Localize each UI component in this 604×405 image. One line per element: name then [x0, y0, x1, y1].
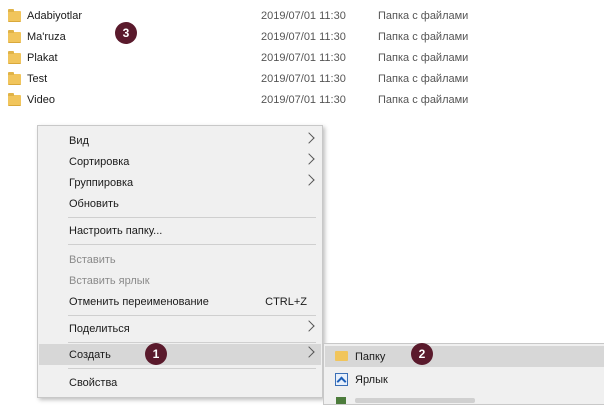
file-name: Ma'ruza [27, 31, 66, 43]
menu-item-refresh[interactable]: Обновить [39, 193, 321, 214]
folder-icon [8, 50, 21, 64]
menu-item-properties[interactable]: Свойства [39, 372, 321, 393]
menu-item-label: Вид [69, 134, 89, 147]
file-date: 2019/07/01 11:30 [261, 31, 346, 43]
file-name: Adabiyotlar [27, 10, 83, 22]
file-type: Папка с файлами [378, 31, 469, 43]
step-badge-3: 3 [115, 22, 137, 44]
file-type: Папка с файлами [378, 10, 469, 22]
menu-separator [68, 342, 316, 343]
file-type: Папка с файлами [378, 94, 469, 106]
file-name: Test [27, 73, 48, 85]
chevron-right-icon [303, 174, 315, 186]
menu-item-label: Свойства [69, 376, 118, 389]
chevron-right-icon [303, 346, 315, 358]
file-row-test[interactable]: Test 2019/07/01 11:30 Папка с файлами [8, 69, 478, 89]
menu-item-view[interactable]: Вид [39, 130, 321, 151]
folder-icon [8, 92, 21, 106]
file-date: 2019/07/01 11:30 [261, 52, 346, 64]
menu-item-sort[interactable]: Сортировка [39, 151, 321, 172]
submenu-item-partial[interactable] [325, 396, 604, 404]
step-badge-1: 1 [145, 343, 167, 365]
step-badge-2: 2 [411, 343, 433, 365]
menu-item-paste[interactable]: Вставить [39, 249, 321, 270]
menu-item-label: Вставить [69, 253, 116, 266]
folder-icon [8, 71, 21, 85]
menu-item-group[interactable]: Группировка [39, 172, 321, 193]
menu-item-label: Поделиться [69, 322, 130, 335]
chevron-right-icon [303, 153, 315, 165]
context-menu: Вид Сортировка Группировка Обновить Наст… [37, 125, 323, 398]
file-type: Папка с файлами [378, 52, 469, 64]
create-submenu: Папку Ярлык [323, 343, 604, 405]
chevron-right-icon [303, 320, 315, 332]
menu-separator [68, 217, 316, 218]
chevron-right-icon [303, 132, 315, 144]
file-row-plakat[interactable]: Plakat 2019/07/01 11:30 Папка с файлами [8, 48, 478, 68]
menu-separator [68, 368, 316, 369]
menu-item-label: Настроить папку... [69, 224, 163, 237]
menu-separator [68, 244, 316, 245]
menu-item-label: Вставить ярлык [69, 274, 150, 287]
file-name: Video [27, 94, 55, 106]
menu-item-customize[interactable]: Настроить папку... [39, 220, 321, 241]
folder-icon [8, 29, 21, 43]
file-name: Plakat [27, 52, 58, 64]
folder-icon [335, 351, 348, 361]
shortcut-key: CTRL+Z [265, 295, 307, 308]
submenu-item-shortcut[interactable]: Ярлык [325, 369, 604, 390]
file-row-video[interactable]: Video 2019/07/01 11:30 Папка с файлами [8, 90, 478, 110]
menu-item-undo-rename[interactable]: Отменить переименование CTRL+Z [39, 291, 321, 312]
menu-item-label: Обновить [69, 197, 119, 210]
submenu-item-folder[interactable]: Папку [325, 346, 604, 367]
menu-item-label: Создать [69, 348, 111, 361]
submenu-item-label: Ярлык [355, 373, 388, 386]
menu-item-share[interactable]: Поделиться [39, 318, 321, 339]
shortcut-icon [335, 373, 348, 386]
menu-item-label: Отменить переименование [69, 295, 209, 308]
file-date: 2019/07/01 11:30 [261, 73, 346, 85]
folder-icon [8, 8, 21, 22]
menu-item-label: Сортировка [69, 155, 130, 168]
file-date: 2019/07/01 11:30 [261, 94, 346, 106]
file-type: Папка с файлами [378, 73, 469, 85]
menu-item-paste-shortcut[interactable]: Вставить ярлык [39, 270, 321, 291]
file-row-adabiyotlar[interactable]: Adabiyotlar 2019/07/01 11:30 Папка с фай… [8, 6, 478, 26]
submenu-item-label: Папку [355, 350, 386, 363]
menu-item-label: Группировка [69, 176, 134, 189]
file-date: 2019/07/01 11:30 [261, 10, 346, 22]
menu-item-create[interactable]: Создать [39, 344, 321, 365]
file-row-maruza[interactable]: Ma'ruza 2019/07/01 11:30 Папка с файлами [8, 27, 478, 47]
menu-separator [68, 315, 316, 316]
